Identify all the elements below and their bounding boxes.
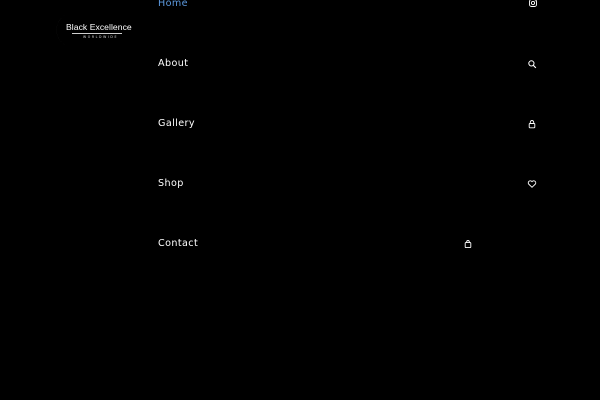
lock-icon[interactable] (527, 119, 537, 129)
instagram-icon[interactable] (528, 0, 538, 8)
nav-item-shop[interactable]: Shop (158, 178, 184, 190)
nav-item-home[interactable]: Home (158, 0, 188, 10)
main-navigation: Home About Gallery Shop Contact (0, 0, 600, 400)
heart-icon[interactable] (527, 179, 537, 189)
nav-item-gallery[interactable]: Gallery (158, 118, 195, 130)
search-icon[interactable] (527, 59, 537, 69)
nav-item-contact[interactable]: Contact (158, 238, 198, 250)
nav-item-about[interactable]: About (158, 58, 188, 70)
shopping-bag-icon[interactable] (463, 239, 473, 249)
